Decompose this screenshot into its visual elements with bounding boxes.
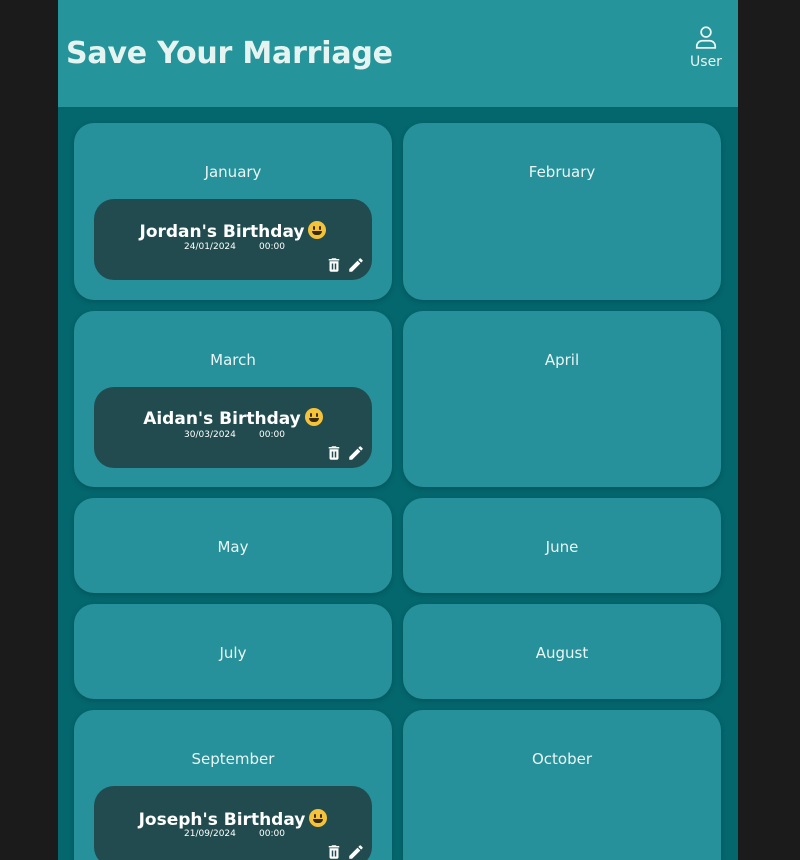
month-card-july[interactable]: July: [74, 604, 392, 699]
user-button[interactable]: User: [686, 24, 726, 80]
month-card-february[interactable]: February: [403, 123, 721, 300]
month-label: January: [204, 163, 262, 181]
event-time: 00:00: [259, 430, 285, 440]
month-card-april[interactable]: April: [403, 311, 721, 487]
month-label: May: [217, 538, 249, 556]
month-label: February: [528, 163, 596, 181]
user-label: User: [690, 54, 722, 70]
month-card-january[interactable]: January Jordan's Birthday 24/01/2024 00:…: [74, 123, 392, 300]
trash-icon[interactable]: [325, 843, 343, 860]
month-card-june[interactable]: June: [403, 498, 721, 593]
event-title: Aidan's Birthday: [94, 408, 372, 429]
month-card-september[interactable]: September Joseph's Birthday 21/09/2024 0…: [74, 710, 392, 860]
event-date: 30/03/2024: [184, 430, 236, 440]
event-time: 00:00: [259, 829, 285, 839]
user-icon: [695, 26, 717, 49]
month-label: September: [191, 750, 275, 768]
month-label: March: [210, 351, 256, 369]
header: Save Your Marriage User: [58, 0, 738, 107]
event-date: 24/01/2024: [184, 242, 236, 252]
event-card[interactable]: Aidan's Birthday 30/03/2024 00:00: [94, 387, 372, 468]
trash-icon[interactable]: [325, 444, 343, 462]
pencil-icon[interactable]: [347, 843, 365, 860]
grinning-face-icon: [308, 221, 327, 239]
event-title: Jordan's Birthday: [94, 221, 372, 242]
app-title: Save Your Marriage: [66, 36, 393, 71]
event-date: 21/09/2024: [184, 829, 236, 839]
grinning-face-icon: [309, 809, 328, 827]
month-label: July: [219, 644, 247, 662]
month-card-august[interactable]: August: [403, 604, 721, 699]
event-card[interactable]: Jordan's Birthday 24/01/2024 00:00: [94, 199, 372, 280]
month-label: April: [544, 351, 580, 369]
month-label: October: [531, 750, 593, 768]
app-container: Save Your Marriage User January Jordan's…: [58, 0, 738, 860]
event-card[interactable]: Joseph's Birthday 21/09/2024 00:00: [94, 786, 372, 860]
grinning-face-icon: [304, 408, 323, 426]
month-label: August: [535, 644, 589, 662]
event-title: Joseph's Birthday: [94, 809, 372, 830]
pencil-icon[interactable]: [347, 256, 365, 274]
month-card-may[interactable]: May: [74, 498, 392, 593]
month-card-october[interactable]: October: [403, 710, 721, 860]
trash-icon[interactable]: [325, 256, 343, 274]
pencil-icon[interactable]: [347, 444, 365, 462]
month-card-march[interactable]: March Aidan's Birthday 30/03/2024 00:00: [74, 311, 392, 487]
month-label: June: [545, 538, 579, 556]
event-time: 00:00: [259, 242, 285, 252]
